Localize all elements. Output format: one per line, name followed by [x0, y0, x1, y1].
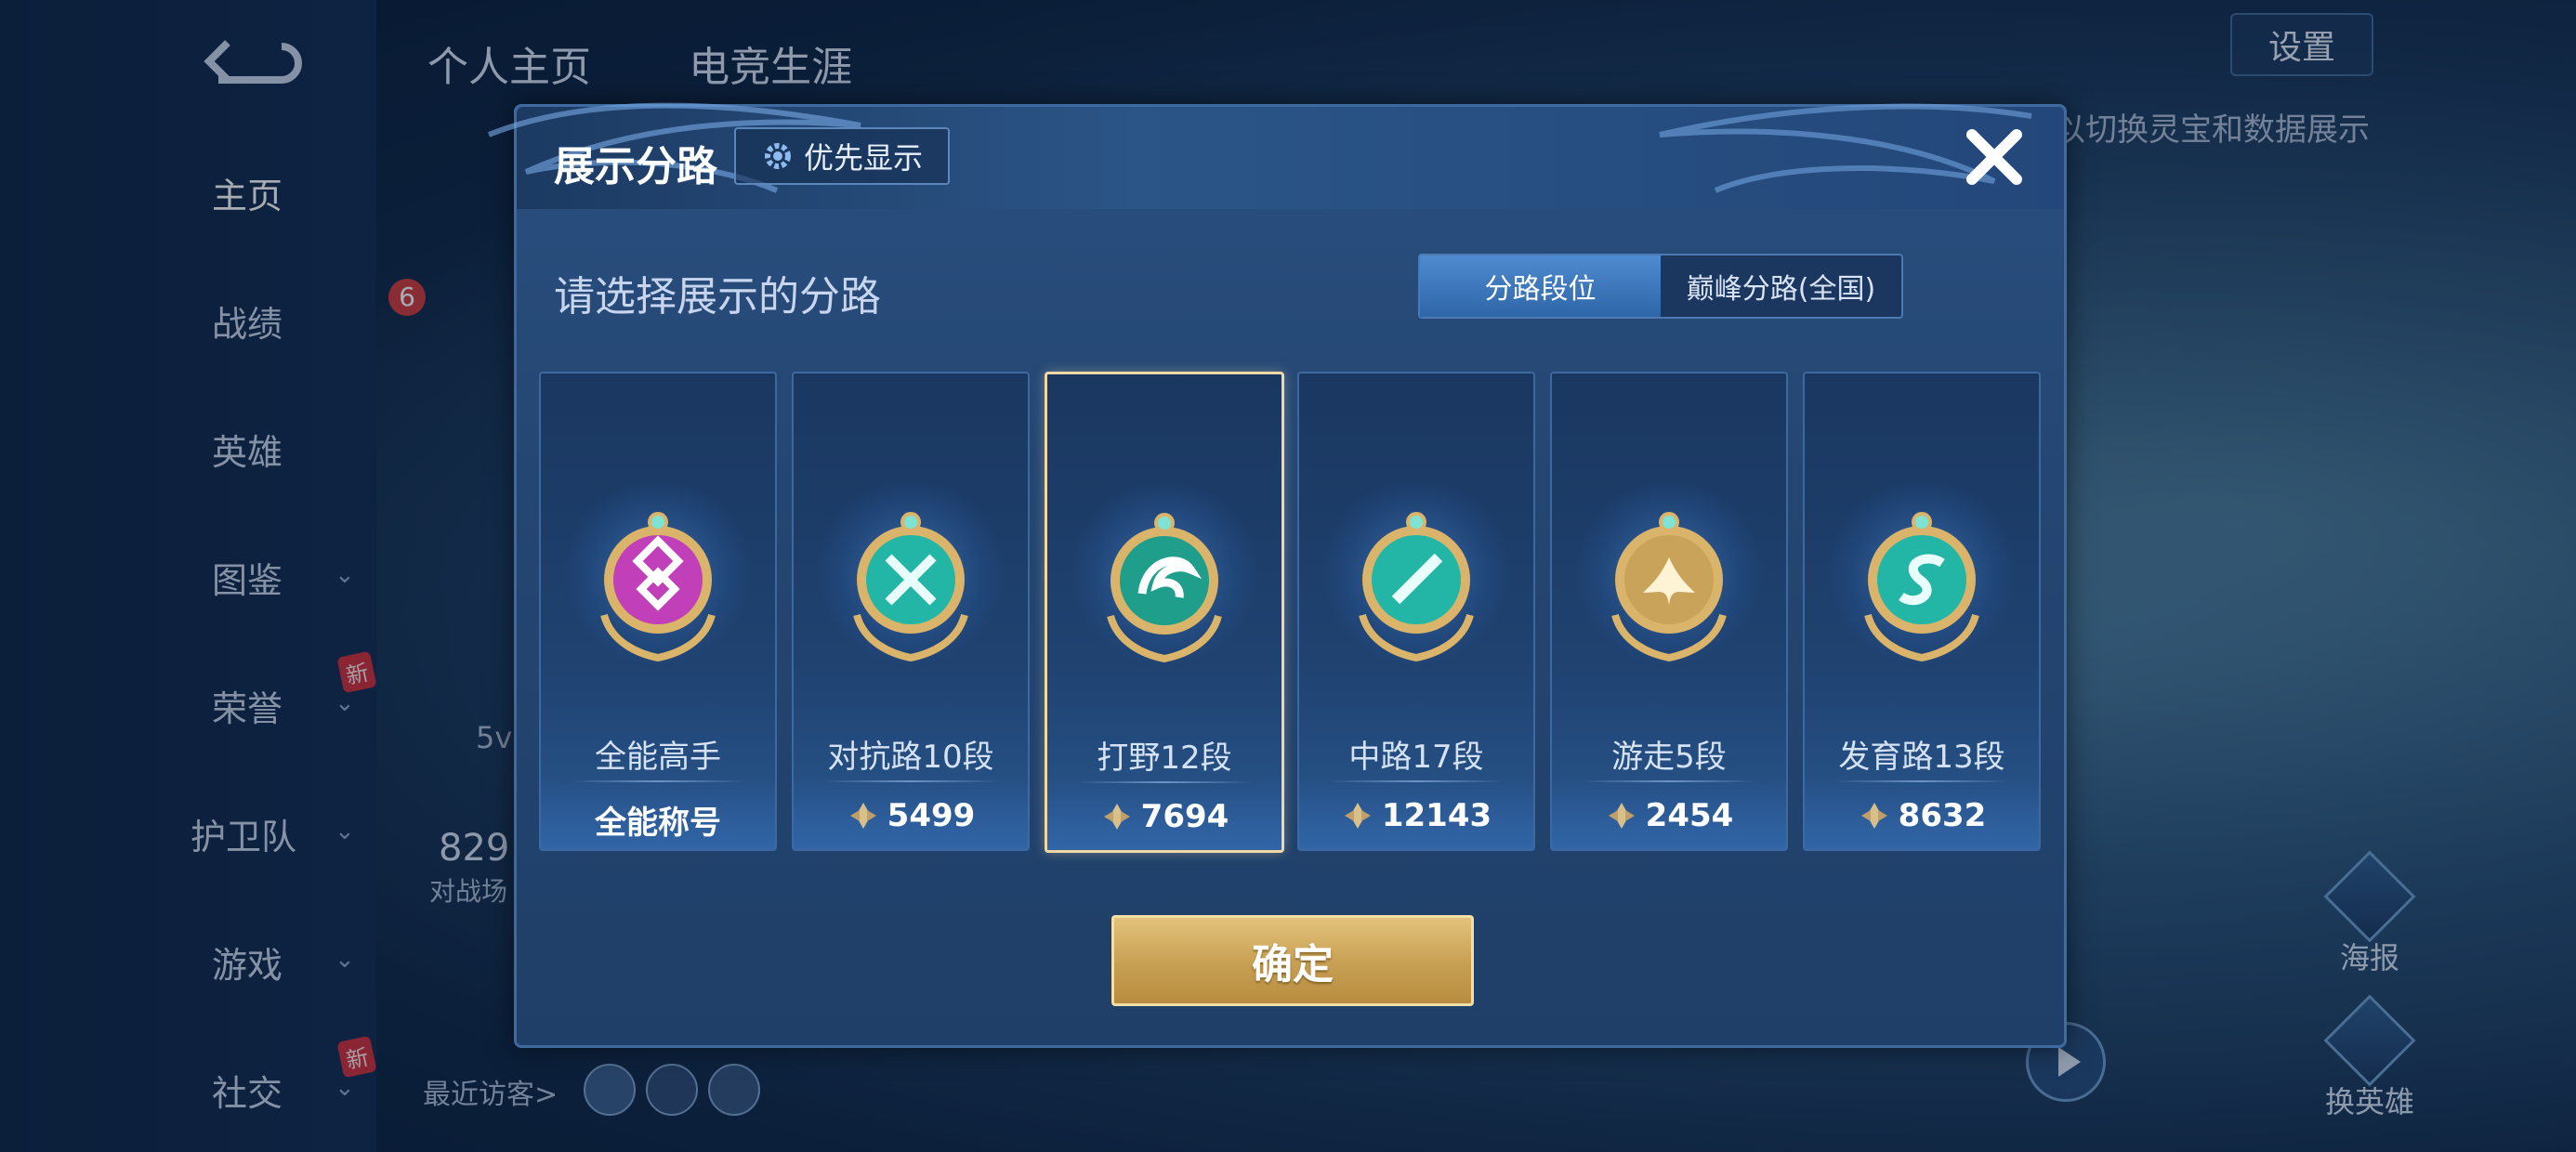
clash-rank-badge-icon	[853, 512, 968, 661]
gear-icon	[764, 143, 791, 169]
confirm-button[interactable]: 确定	[1111, 915, 1474, 1006]
lane-rank-label: 全能高手	[595, 739, 721, 776]
lane-score-value: 5499	[887, 797, 976, 834]
lane-rank-label: 打野12段	[1097, 740, 1232, 777]
close-icon[interactable]	[1957, 120, 2031, 194]
lane-card[interactable]: 发育路13段 8632	[1803, 372, 2041, 851]
lane-card[interactable]: 打野12段 7694	[1045, 372, 1284, 853]
lane-score-value: 2454	[1645, 797, 1734, 834]
lane-rank-label: 中路17段	[1348, 739, 1484, 776]
lane-rank-label: 对抗路10段	[827, 739, 994, 776]
lane-rank-label: 游走5段	[1611, 739, 1727, 776]
lane-display-dialog: 展示分路 优先显示 请选择展示的分路 分路段位 巅峰分路(全国) 全能高手全能称…	[487, 102, 2067, 1048]
lane-score-value: 7694	[1140, 798, 1229, 835]
toggle-lane-rank[interactable]: 分路段位	[1420, 255, 1661, 317]
rank-points-icon	[1344, 803, 1371, 829]
rank-points-icon	[1608, 803, 1635, 829]
jungle-rank-badge-icon	[1107, 513, 1222, 662]
toggle-peak-lane[interactable]: 巅峰分路(全国)	[1661, 255, 1901, 317]
lane-score: 12143	[1299, 797, 1533, 834]
dialog-title: 展示分路	[554, 143, 717, 190]
lane-score: 8632	[1805, 797, 2039, 834]
card-divider	[1327, 780, 1505, 782]
roam-rank-badge-icon	[1611, 512, 1727, 661]
card-divider	[1833, 780, 2011, 782]
lane-score: 7694	[1047, 798, 1281, 835]
rank-points-icon	[849, 803, 876, 829]
lane-score-value: 全能称号	[595, 805, 721, 842]
card-divider	[821, 780, 1000, 782]
dialog-subtitle: 请选择展示的分路	[554, 273, 881, 321]
lane-card[interactable]: 全能高手 全能称号	[539, 372, 777, 851]
card-divider	[1580, 780, 1758, 782]
lane-score: 5499	[794, 797, 1028, 834]
card-divider	[569, 780, 747, 782]
lane-score: 2454	[1552, 797, 1786, 834]
lane-rank-label: 发育路13段	[1838, 739, 2005, 776]
rank-points-icon	[1103, 804, 1130, 830]
card-divider	[1075, 781, 1254, 783]
mid-rank-badge-icon	[1359, 512, 1474, 661]
lane-card[interactable]: 中路17段 12143	[1297, 372, 1535, 851]
lane-score: 全能称号	[541, 797, 775, 843]
view-toggle: 分路段位 巅峰分路(全国)	[1418, 254, 1903, 319]
lane-card[interactable]: 游走5段 2454	[1550, 372, 1788, 851]
farm-rank-badge-icon	[1864, 512, 1979, 661]
lane-score-value: 8632	[1898, 797, 1987, 834]
rank-points-icon	[1860, 803, 1887, 829]
lane-card[interactable]: 对抗路10段 5499	[792, 372, 1030, 851]
confirm-label: 确定	[1252, 941, 1334, 988]
priority-display-button[interactable]: 优先显示	[734, 127, 950, 185]
allround-rank-badge-icon	[600, 512, 716, 661]
lane-score-value: 12143	[1381, 797, 1492, 834]
priority-display-label: 优先显示	[803, 140, 923, 176]
